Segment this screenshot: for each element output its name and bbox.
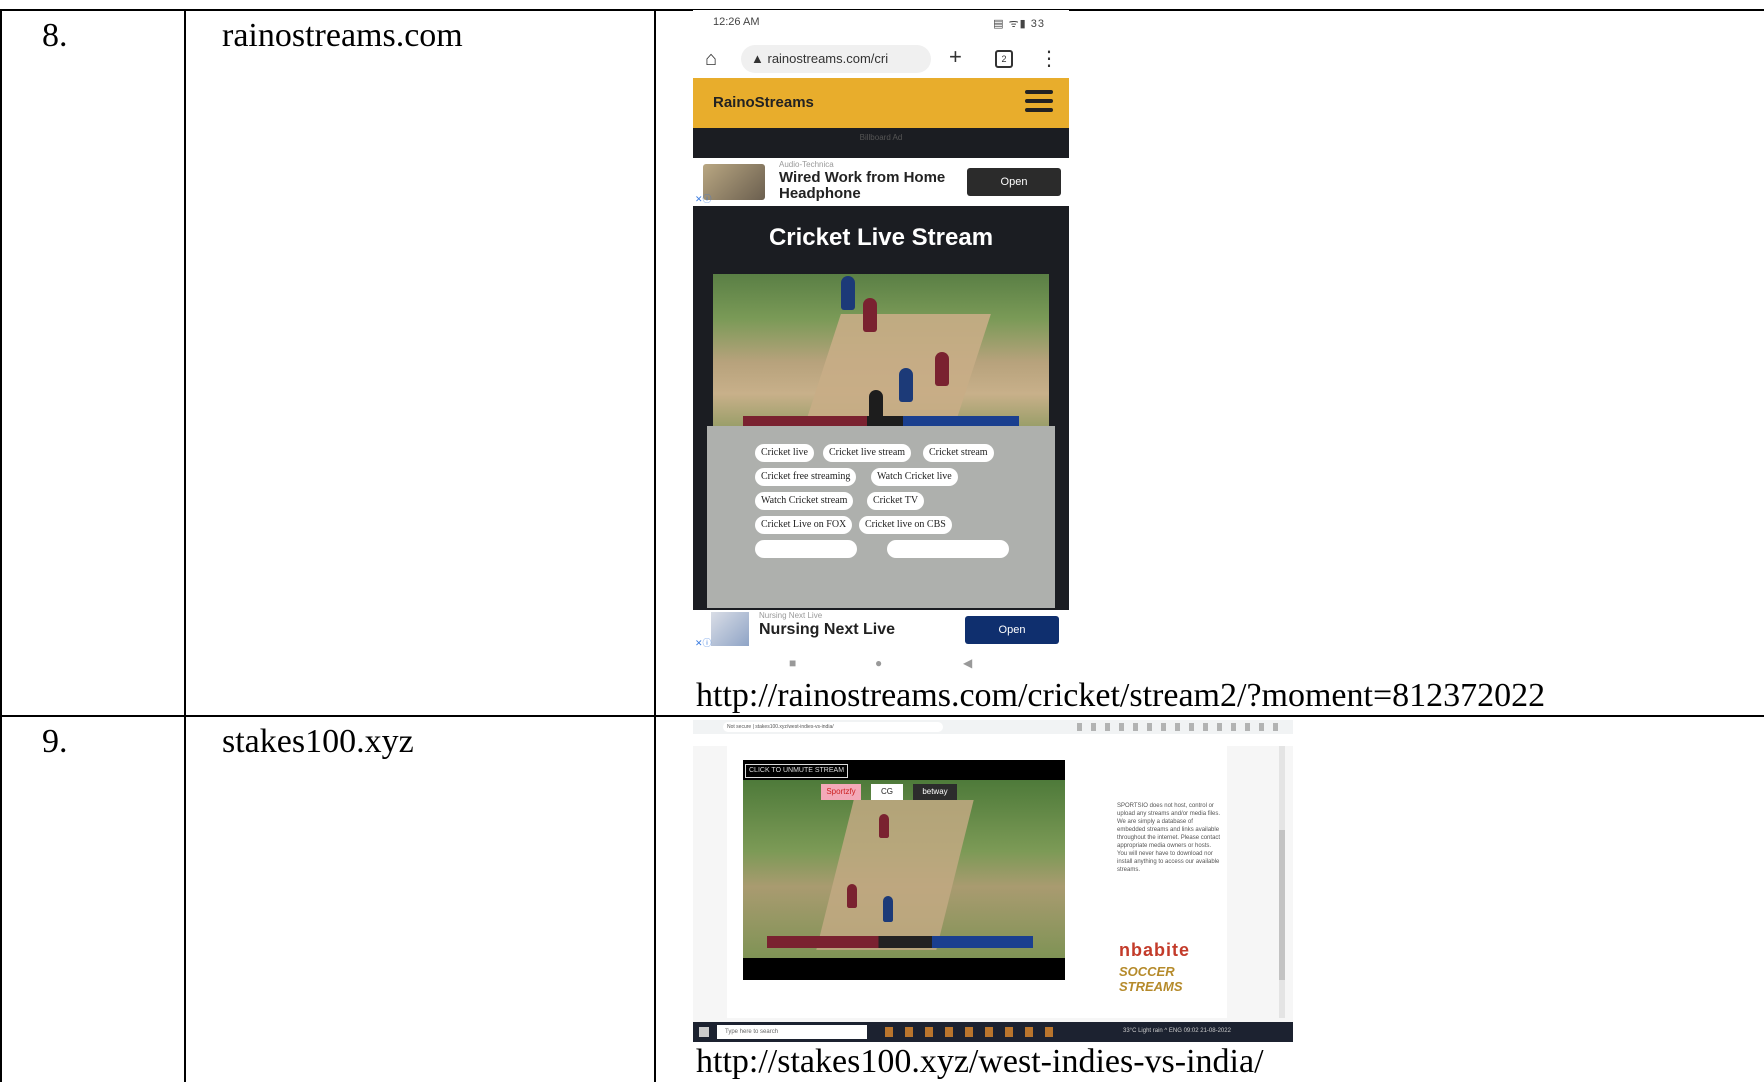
nbabite-logo-card[interactable]: nbabite SOCCER STREAMS [1103, 922, 1227, 1010]
phone-screenshot: 12:26 AM ▤ ᯤ▮ 33 ⌂ ▲ rainostreams.com/cr… [693, 10, 1069, 678]
ad-title: Wired Work from Home Headphone [779, 169, 946, 202]
video-player: CLICK TO UNMUTE STREAM Sportzfy CG betwa… [743, 760, 1065, 980]
tag-partial: . [887, 540, 1009, 558]
android-nav-bar: ■ ● ◀ [693, 650, 1069, 678]
recents-icon: ■ [789, 656, 797, 670]
status-icons: ▤ ᯤ▮ 33 [993, 18, 1045, 30]
status-time: 12:26 AM [713, 16, 760, 28]
tag: Cricket live on CBS [859, 516, 952, 534]
soccer-streams-logo: SOCCER STREAMS [1119, 964, 1183, 994]
home-button-icon: ● [875, 656, 883, 670]
tag: Cricket Live on FOX [755, 516, 853, 534]
row-number: 9. [42, 723, 68, 760]
disclaimer-text: SPORTSIO does not host, control or uploa… [1117, 803, 1221, 873]
tag: Cricket stream [923, 444, 994, 462]
ad-source: Audio-Technica [779, 160, 834, 169]
source-url: http://stakes100.xyz/west-indies-vs-indi… [696, 1043, 1264, 1080]
column-divider-1 [184, 9, 186, 1082]
nbabite-logo: nbabite [1119, 940, 1191, 960]
tag: Watch Cricket stream [755, 492, 854, 510]
player-figure [879, 814, 889, 838]
sponsor-logo: betway [913, 784, 957, 800]
extension-icons [1077, 723, 1287, 731]
site-header: RainoStreams [693, 78, 1069, 128]
table-left-border [0, 9, 2, 1082]
ad-close-icon: ✕ⓘ [695, 194, 712, 204]
scrollbar-thumb [1279, 830, 1285, 980]
tab-count: 2 [995, 50, 1013, 68]
nursing-ad-image [711, 612, 749, 646]
taskbar-app-icons [885, 1027, 1055, 1037]
desktop-screenshot: Not secure | stakes100.xyz/west-indies-v… [693, 720, 1293, 1042]
column-divider-2 [654, 9, 656, 1082]
sponsor-logo: CG [871, 784, 903, 800]
site-name: rainostreams.com [222, 17, 463, 54]
tag: Cricket free streaming [755, 468, 857, 486]
headphone-ad-image [703, 164, 765, 200]
ad-open-button: Open [965, 616, 1059, 644]
cricket-pitch [805, 314, 991, 424]
scoreboard [743, 416, 1019, 426]
unmute-banner: CLICK TO UNMUTE STREAM [745, 764, 849, 778]
ad-open-button: Open [967, 168, 1061, 196]
ad-banner-bottom: Nursing Next Live Nursing Next Live Open… [693, 610, 1069, 650]
tags-panel: Cricket live Cricket live stream Cricket… [707, 426, 1055, 608]
ad-title: Nursing Next Live [759, 621, 896, 638]
home-icon: ⌂ [705, 48, 718, 70]
browser-toolbar: ⌂ ▲ rainostreams.com/cri + 2 ⋮ [693, 38, 1069, 80]
scoreboard [767, 936, 1033, 948]
page-body: Billboard Ad Audio-Technica Wired Work f… [693, 128, 1069, 610]
hamburger-icon [1025, 90, 1053, 112]
new-tab-icon: + [949, 44, 962, 69]
player-figure [899, 368, 913, 402]
player-figure [935, 352, 949, 386]
ad-close-icon: ✕ⓘ [695, 638, 712, 648]
player-figure [841, 276, 855, 310]
menu-icon: ⋮ [1039, 48, 1059, 70]
status-bar: 12:26 AM ▤ ᯤ▮ 33 [693, 10, 1069, 36]
video-player [713, 274, 1049, 434]
site-brand: RainoStreams [713, 94, 814, 111]
address-bar: ▲ rainostreams.com/cri [741, 45, 931, 73]
system-tray: 33°C Light rain ^ ENG 09:02 21-08-2022 [1123, 1028, 1231, 1034]
address-text: rainostreams.com/cri [767, 51, 889, 66]
tag: Cricket live [755, 444, 814, 462]
source-url: http://rainostreams.com/cricket/stream2/… [696, 677, 1546, 714]
player-figure [847, 884, 857, 908]
sponsor-logo: Sportzfy [821, 784, 861, 800]
ad-source: Nursing Next Live [759, 611, 823, 620]
player-figure [883, 896, 893, 922]
stream-title: Cricket Live Stream [768, 224, 994, 251]
taskbar-search: Type here to search [717, 1025, 867, 1039]
windows-start-icon [699, 1027, 709, 1037]
tag: Cricket TV [867, 492, 925, 510]
tag: Cricket live stream [823, 444, 912, 462]
windows-taskbar: Type here to search 33°C Light rain ^ EN… [693, 1022, 1293, 1042]
back-icon: ◀ [963, 656, 973, 670]
bookmarks-bar [693, 734, 1293, 746]
player-figure [863, 298, 877, 332]
tag: Watch Cricket live [871, 468, 958, 486]
ad-banner-top: Audio-Technica Wired Work from Home Head… [693, 158, 1069, 206]
address-bar: Not secure | stakes100.xyz/west-indies-v… [723, 722, 943, 732]
row-number: 8. [42, 17, 68, 54]
disclaimer-card: SPORTSIO does not host, control or uploa… [1103, 762, 1227, 912]
billboard-label: Billboard Ad [859, 133, 903, 142]
site-name: stakes100.xyz [222, 723, 414, 760]
tag-partial: . [755, 540, 857, 558]
browser-chrome: Not secure | stakes100.xyz/west-indies-v… [693, 720, 1293, 734]
